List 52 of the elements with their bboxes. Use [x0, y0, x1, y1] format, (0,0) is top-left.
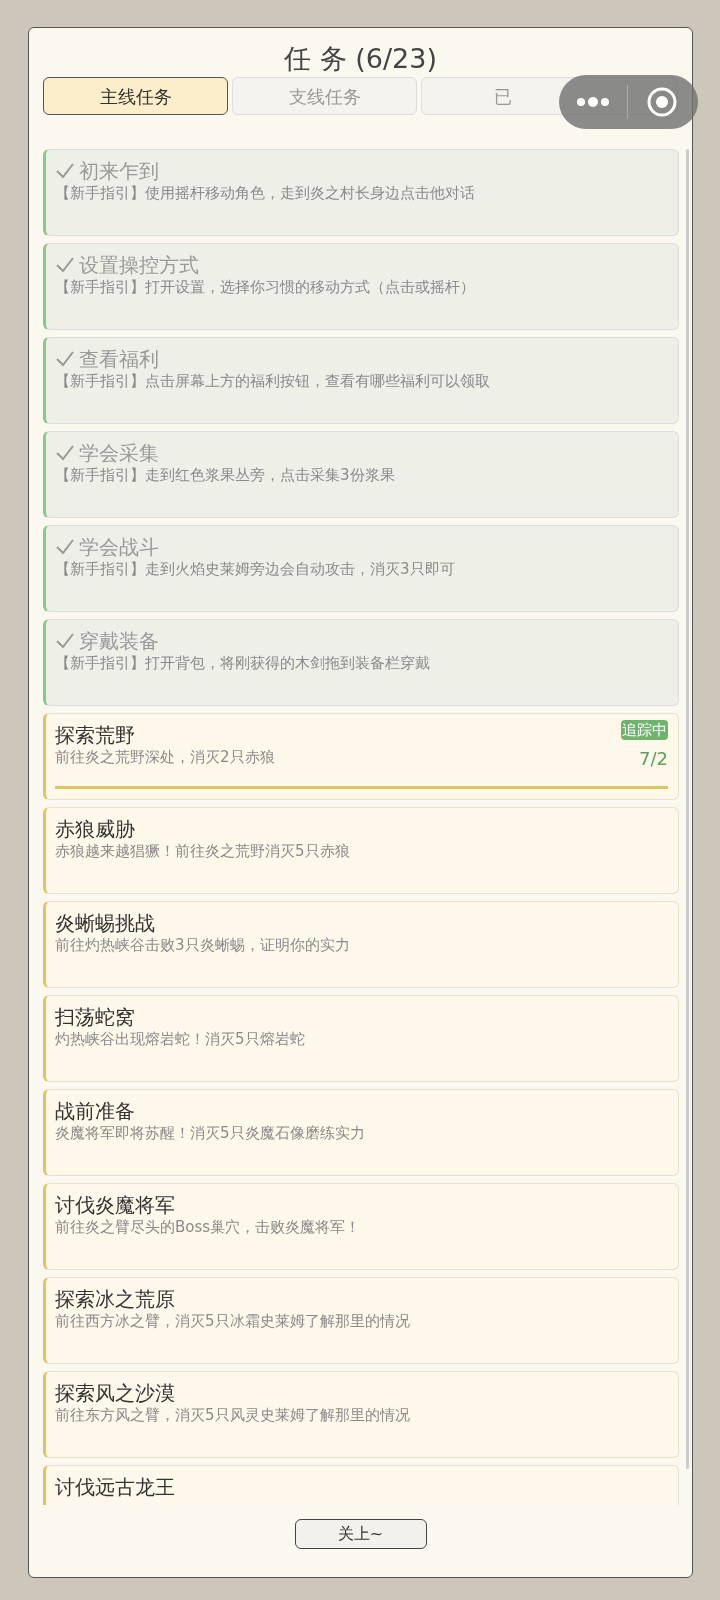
close-button[interactable]: 关上~ — [294, 1519, 427, 1549]
task-title: 炎蜥蜴挑战 — [55, 911, 155, 935]
progress-count: 7/2 — [639, 748, 668, 770]
task-card[interactable]: 探索风之沙漠 前往东方风之臂，消灭5只风灵史莱姆了解那里的情况 — [43, 1371, 679, 1458]
task-description: 【新手指引】走到火焰史莱姆旁边会自动攻击，消灭3只即可 — [55, 559, 455, 579]
check-icon — [55, 632, 75, 650]
tracking-badge: 追踪中 — [621, 720, 668, 740]
task-title: 讨伐炎魔将军 — [55, 1193, 175, 1217]
check-icon — [55, 162, 75, 180]
task-description: 炎魔将军即将苏醒！消灭5只炎魔石像磨练实力 — [55, 1123, 365, 1143]
close-target-icon[interactable] — [646, 86, 678, 118]
task-card[interactable]: 探索冰之荒原 前往西方冰之臂，消灭5只冰霜史莱姆了解那里的情况 — [43, 1277, 679, 1364]
task-card[interactable]: 探索荒野 前往炎之荒野深处，消灭2只赤狼 追踪中 7/2 — [43, 713, 679, 800]
check-icon — [55, 444, 75, 462]
task-description: 【新手指引】打开背包，将刚获得的木剑拖到装备栏穿戴 — [55, 653, 430, 673]
task-title: 讨伐远古龙王 — [55, 1475, 175, 1499]
task-card[interactable]: 赤狼威胁 赤狼越来越猖獗！前往炎之荒野消灭5只赤狼 — [43, 807, 679, 894]
task-card[interactable]: 战前准备 炎魔将军即将苏醒！消灭5只炎魔石像磨练实力 — [43, 1089, 679, 1176]
task-description: 【新手指引】使用摇杆移动角色，走到炎之村长身边点击他对话 — [55, 183, 475, 203]
task-card[interactable]: 讨伐炎魔将军 前往炎之臂尽头的Boss巢穴，击败炎魔将军！ — [43, 1183, 679, 1270]
task-description: 前往炎之荒野深处，消灭2只赤狼 — [55, 747, 275, 767]
task-title: 扫荡蛇窝 — [55, 1005, 135, 1029]
task-description: 前往灼热峡谷击败3只炎蜥蜴，证明你的实力 — [55, 935, 350, 955]
task-title: 赤狼威胁 — [55, 817, 135, 841]
task-title: 探索风之沙漠 — [55, 1381, 175, 1405]
check-icon — [55, 538, 75, 556]
task-description: 前往东方风之臂，消灭5只风灵史莱姆了解那里的情况 — [55, 1405, 410, 1425]
task-title: 设置操控方式 — [79, 253, 199, 277]
task-title: 查看福利 — [79, 347, 159, 371]
modal-title: 任 务 (6/23) — [284, 42, 437, 76]
task-card[interactable]: 炎蜥蜴挑战 前往灼热峡谷击败3只炎蜥蜴，证明你的实力 — [43, 901, 679, 988]
tab[interactable]: 主线任务 — [43, 77, 228, 115]
task-title: 探索荒野 — [55, 723, 135, 747]
task-title: 初来乍到 — [79, 159, 159, 183]
task-title: 战前准备 — [55, 1099, 135, 1123]
task-title: 学会采集 — [79, 441, 159, 465]
check-icon — [55, 256, 75, 274]
more-icon[interactable] — [576, 97, 610, 107]
task-card[interactable]: 讨伐远古龙王 — [43, 1465, 679, 1505]
task-description: 灼热峡谷出现熔岩蛇！消灭5只熔岩蛇 — [55, 1029, 305, 1049]
task-description: 【新手指引】打开设置，选择你习惯的移动方式（点击或摇杆） — [55, 277, 475, 297]
task-description: 赤狼越来越猖獗！前往炎之荒野消灭5只赤狼 — [55, 841, 350, 861]
task-title: 探索冰之荒原 — [55, 1287, 175, 1311]
scrollbar[interactable] — [686, 149, 689, 1469]
task-description: 【新手指引】走到红色浆果丛旁，点击采集3份浆果 — [55, 465, 395, 485]
check-icon — [55, 350, 75, 368]
task-description: 前往炎之臂尽头的Boss巢穴，击败炎魔将军！ — [55, 1217, 361, 1237]
task-description: 前往西方冰之臂，消灭5只冰霜史莱姆了解那里的情况 — [55, 1311, 410, 1331]
task-title: 穿戴装备 — [79, 629, 159, 653]
task-card[interactable]: 扫荡蛇窝 灼热峡谷出现熔岩蛇！消灭5只熔岩蛇 — [43, 995, 679, 1082]
task-title: 学会战斗 — [79, 535, 159, 559]
task-description: 【新手指引】点击屏幕上方的福利按钮，查看有哪些福利可以领取 — [55, 371, 490, 391]
